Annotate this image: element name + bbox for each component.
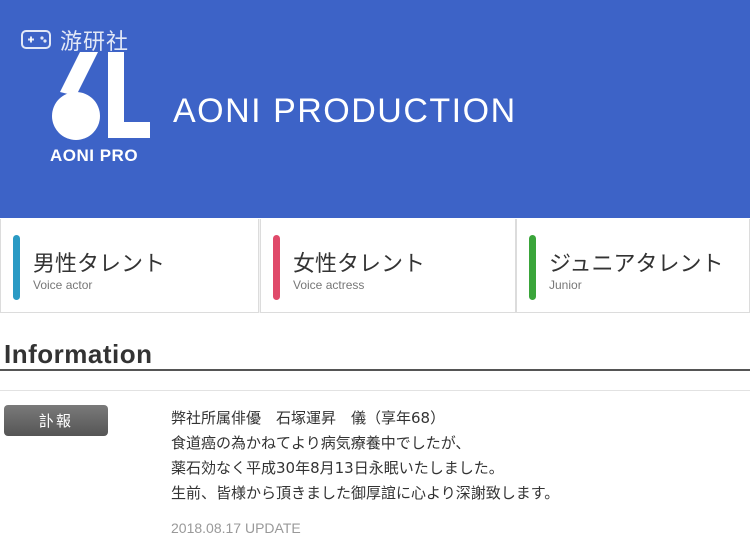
logo-text: AONI PRO <box>50 146 139 165</box>
nav-male-talent[interactable]: 男性タレント Voice actor <box>0 219 259 313</box>
news-line: 食道癌の為かねてより病気療養中でしたが、 <box>171 434 471 452</box>
nav-subtitle: Junior <box>549 278 582 292</box>
nav-junior-talent[interactable]: ジュニアタレント Junior <box>516 219 750 313</box>
heading-divider <box>0 369 750 371</box>
news-line: 生前、皆様から頂きました御厚誼に心より深謝致します。 <box>171 484 560 502</box>
talent-nav: 男性タレント Voice actor 女性タレント Voice actress … <box>0 219 750 313</box>
category-badge: 訃報 <box>4 405 108 436</box>
nav-accent-bar <box>529 235 536 300</box>
news-line: 薬石効なく平成30年8月13日永眠いたしました。 <box>171 459 504 477</box>
update-date: 2018.08.17 UPDATE <box>171 520 301 536</box>
site-header: 游研社 AONI PRO AONI PRODUCTION <box>0 0 750 218</box>
news-line: 弊社所属俳優 石塚運昇 儀（享年68） <box>171 409 446 427</box>
gamepad-icon <box>21 30 51 49</box>
nav-title: ジュニアタレント <box>549 252 724 277</box>
news-body: 弊社所属俳優 石塚運昇 儀（享年68） 食道癌の為かねてより病気療養中でしたが、… <box>171 406 731 506</box>
section-heading: Information <box>4 339 153 369</box>
nav-title: 男性タレント <box>33 252 166 277</box>
nav-title: 女性タレント <box>293 252 426 277</box>
nav-subtitle: Voice actress <box>293 278 365 292</box>
nav-female-talent[interactable]: 女性タレント Voice actress <box>260 219 516 313</box>
nav-accent-bar <box>273 235 280 300</box>
aoni-logo-icon[interactable] <box>50 52 150 142</box>
nav-accent-bar <box>13 235 20 300</box>
nav-subtitle: Voice actor <box>33 278 93 292</box>
brand-name[interactable]: AONI PRODUCTION <box>173 92 517 131</box>
divider <box>0 390 750 391</box>
